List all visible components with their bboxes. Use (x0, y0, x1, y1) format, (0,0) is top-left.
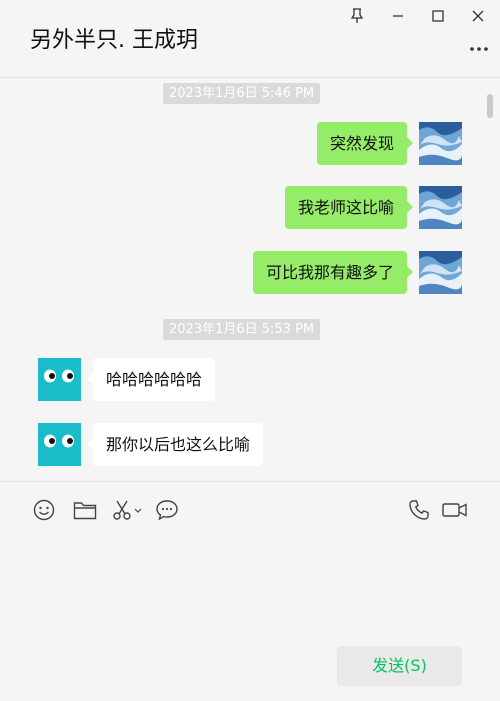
my-avatar[interactable] (419, 186, 462, 229)
my-avatar[interactable] (419, 122, 462, 165)
emoji-icon[interactable] (31, 497, 57, 523)
my-message-bubble[interactable]: 我老师这比喻 (284, 186, 414, 229)
my-avatar[interactable] (419, 251, 462, 294)
message-input[interactable] (0, 535, 500, 645)
chat-title: 另外半只. 王成玥 (30, 28, 198, 53)
timestamp: 2023年1月6日 5:46 PM (163, 83, 321, 104)
folder-icon[interactable] (72, 497, 98, 523)
message-list[interactable]: 2023年1月6日 5:46 PM 突然发现 我老师这比喻 可比我那有趣多了 2… (0, 78, 500, 480)
contact-message-bubble[interactable]: 那你以后也这么比喻 (86, 423, 264, 466)
chat-header: 另外半只. 王成玥 (0, 0, 500, 78)
close-icon[interactable] (467, 5, 489, 27)
phone-icon[interactable] (406, 497, 432, 523)
contact-avatar[interactable] (38, 423, 81, 466)
my-message-bubble[interactable]: 可比我那有趣多了 (252, 251, 414, 294)
divider (0, 481, 500, 482)
minimize-icon[interactable] (387, 5, 409, 27)
contact-avatar[interactable] (38, 358, 81, 401)
video-icon[interactable] (441, 497, 469, 523)
my-message-bubble[interactable]: 突然发现 (316, 122, 414, 165)
scissors-icon[interactable] (112, 497, 142, 523)
timestamp: 2023年1月6日 5:53 PM (163, 319, 321, 340)
pin-icon[interactable] (346, 5, 368, 27)
contact-message-bubble[interactable]: 哈哈哈哈哈哈 (86, 358, 216, 401)
more-options-icon[interactable] (468, 38, 490, 60)
send-button[interactable]: 发送(S) (337, 646, 462, 686)
scrollbar[interactable] (487, 94, 493, 118)
maximize-icon[interactable] (427, 5, 449, 27)
chat-bubble-icon[interactable] (154, 497, 180, 523)
